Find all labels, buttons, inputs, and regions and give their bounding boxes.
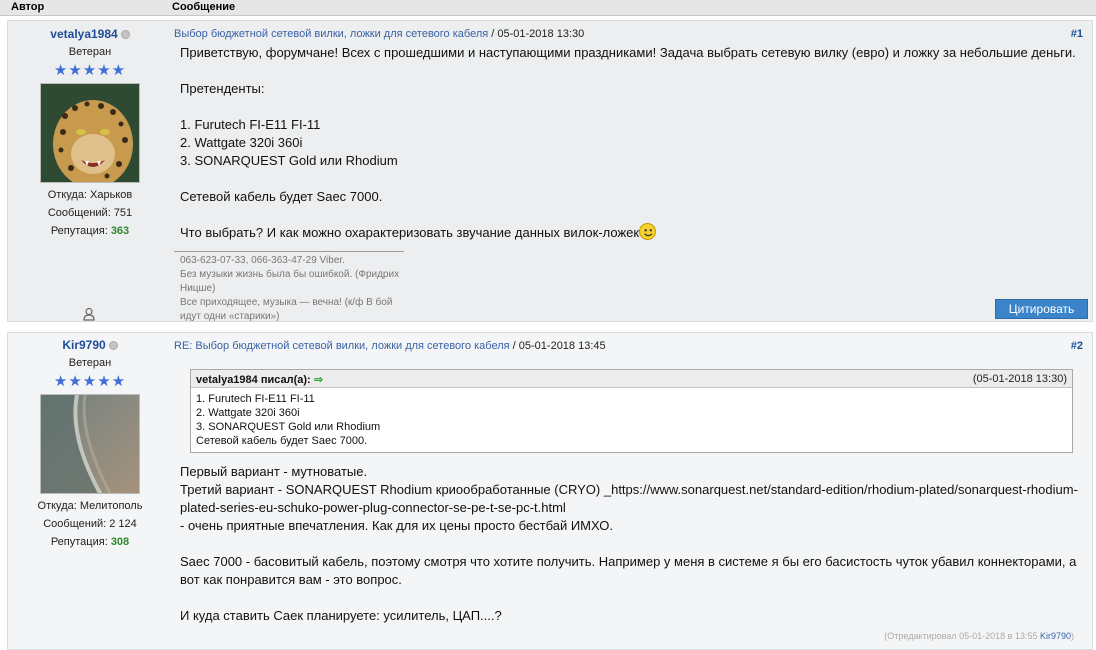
quote-body: 1. Furutech FI-E11 FI-11 2. Wattgate 320… bbox=[191, 388, 1072, 452]
post-text-line: Приветствую, форумчане! Всех с прошедшим… bbox=[180, 45, 1076, 60]
reputation-value[interactable]: 363 bbox=[111, 225, 129, 237]
post-number-link[interactable]: #1 bbox=[1071, 28, 1083, 40]
table-header: Автор Сообщение bbox=[0, 0, 1096, 16]
post-number-link[interactable]: #2 bbox=[1071, 340, 1083, 352]
author-rank: Ветеран bbox=[68, 46, 112, 58]
post-title-link[interactable]: RE: Выбор бюджетной сетевой вилки, ложки… bbox=[174, 340, 510, 352]
post-header: Выбор бюджетной сетевой вилки, ложки для… bbox=[174, 28, 584, 40]
post-text-line: - очень приятные впечатления. Как для их… bbox=[180, 518, 613, 533]
author-rank: Ветеран bbox=[68, 357, 112, 369]
author-username-link[interactable]: Kir9790 bbox=[62, 338, 105, 352]
signature-line: Без музыки жизнь была бы ошибкой. (Фридр… bbox=[180, 269, 400, 294]
reputation-label: Репутация: bbox=[50, 536, 108, 548]
author-reputation: Репутация: 308 bbox=[8, 533, 172, 551]
column-message-header: Сообщение bbox=[172, 1, 236, 13]
post-title-link[interactable]: Выбор бюджетной сетевой вилки, ложки для… bbox=[174, 28, 488, 40]
quote-date: (05-01-2018 13:30) bbox=[972, 373, 1067, 385]
author-post-count: Сообщений: 751 bbox=[47, 207, 133, 219]
user-profile-icon[interactable] bbox=[83, 307, 95, 324]
quote-author-text: vetalya1984 писал(а): bbox=[196, 374, 311, 386]
post-text-line: Первый вариант - мутноватые. bbox=[180, 464, 368, 479]
post-author-panel: vetalya1984 Ветеран ★★★★★ Откуда: Харько… bbox=[8, 21, 172, 321]
post-author-panel: Kir9790 Ветеран ★★★★★ Откуда: Мелитополь… bbox=[8, 333, 172, 551]
quote-line: Сетевой кабель будет Saec 7000. bbox=[196, 435, 368, 447]
avatar[interactable] bbox=[40, 83, 140, 183]
post-date: / 05-01-2018 13:45 bbox=[509, 340, 606, 352]
go-to-post-arrow-icon[interactable]: ⇒ bbox=[314, 374, 323, 386]
edited-note-text: (Отредактировал 05-01-2018 в 13:55 bbox=[884, 631, 1040, 641]
edited-note: (Отредактировал 05-01-2018 в 13:55 Kir97… bbox=[884, 631, 1074, 641]
post-date: / 05-01-2018 13:30 bbox=[488, 28, 585, 40]
reputation-label: Репутация: bbox=[50, 225, 108, 237]
post-content: Выбор бюджетной сетевой вилки, ложки для… bbox=[174, 21, 1092, 324]
post-header: RE: Выбор бюджетной сетевой вилки, ложки… bbox=[174, 340, 606, 352]
signature-line: 063-623-07-33, 066-363-47-29 Viber. bbox=[180, 255, 345, 266]
quote-block: vetalya1984 писал(а): ⇒ (05-01-2018 13:30… bbox=[190, 369, 1073, 453]
forum-post: vetalya1984 Ветеран ★★★★★ Откуда: Харько… bbox=[7, 20, 1093, 322]
post-body: Первый вариант - мутноватые. Третий вари… bbox=[180, 463, 1082, 625]
author-location: Откуда: Мелитополь bbox=[37, 500, 143, 512]
post-text-line: Сетевой кабель будет Saec 7000. bbox=[180, 189, 383, 204]
post-text-line: 2. Wattgate 320i 360i bbox=[180, 135, 303, 150]
author-location: Откуда: Харьков bbox=[47, 189, 133, 201]
avatar[interactable] bbox=[40, 394, 140, 494]
post-text-line: И куда ставить Саек планируете: усилител… bbox=[180, 608, 502, 623]
post-text-line: Третий вариант - SONARQUEST Rhodium крио… bbox=[180, 482, 1078, 515]
forum-post: Kir9790 Ветеран ★★★★★ Откуда: Мелитополь… bbox=[7, 332, 1093, 650]
post-text-line: Что выбрать? И как можно охарактеризоват… bbox=[180, 223, 1082, 242]
edited-note-close: ) bbox=[1071, 631, 1074, 641]
quote-header: vetalya1984 писал(а): ⇒ (05-01-2018 13:30… bbox=[191, 370, 1072, 388]
reputation-value[interactable]: 308 bbox=[111, 536, 129, 548]
offline-status-icon bbox=[108, 341, 118, 351]
post-text-line: 3. SONARQUEST Gold или Rhodium bbox=[180, 153, 398, 168]
author-reputation: Репутация: 363 bbox=[8, 222, 172, 240]
post-text-line: 1. Furutech FI-E11 FI-11 bbox=[180, 117, 321, 132]
signature-line: Все приходящее, музыка — вечна! (к/ф В б… bbox=[180, 297, 393, 322]
quote-button[interactable]: Цитировать bbox=[995, 299, 1088, 319]
quote-line: 1. Furutech FI-E11 FI-11 bbox=[196, 393, 315, 405]
post-text-question: Что выбрать? И как можно охарактеризоват… bbox=[180, 225, 640, 240]
post-body: Приветствую, форумчане! Всех с прошедшим… bbox=[180, 44, 1082, 242]
post-signature: 063-623-07-33, 066-363-47-29 Viber. Без … bbox=[174, 251, 404, 324]
post-content: RE: Выбор бюджетной сетевой вилки, ложки… bbox=[174, 333, 1092, 649]
post-text-line: Претенденты: bbox=[180, 81, 265, 96]
quote-line: 3. SONARQUEST Gold или Rhodium bbox=[196, 421, 381, 433]
post-text-line: Saec 7000 - басовитый кабель, поэтому см… bbox=[180, 554, 1077, 587]
offline-status-icon bbox=[120, 30, 130, 40]
smile-emoticon-icon bbox=[639, 223, 657, 241]
rank-stars-icon: ★★★★★ bbox=[53, 62, 127, 79]
edited-user-link[interactable]: Kir9790 bbox=[1040, 631, 1071, 641]
quote-line: 2. Wattgate 320i 360i bbox=[196, 407, 300, 419]
rank-stars-icon: ★★★★★ bbox=[53, 373, 127, 390]
author-username-link[interactable]: vetalya1984 bbox=[50, 27, 117, 41]
column-author-header: Автор bbox=[11, 1, 45, 13]
author-post-count: Сообщений: 2 124 bbox=[43, 518, 137, 530]
quote-author: vetalya1984 писал(а): ⇒ bbox=[196, 373, 323, 386]
